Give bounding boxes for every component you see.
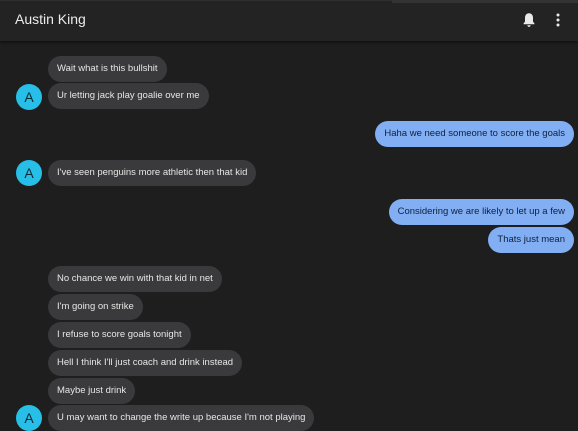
message-incoming[interactable]: Ur letting jack play goalie over me [48,83,209,109]
message-incoming[interactable]: Maybe just drink [48,378,136,404]
message-incoming[interactable]: I'm going on strike [48,294,143,320]
message-incoming[interactable]: Wait what is this bullshit [48,56,167,82]
app-header: Austin King [0,0,578,41]
message-incoming[interactable]: I've seen penguins more athletic then th… [48,160,257,186]
contact-avatar[interactable]: A [16,160,42,186]
contact-avatar[interactable]: A [16,84,42,110]
more-vert-icon[interactable] [551,12,565,28]
message-outgoing[interactable]: Haha we need someone to score the goals [375,121,574,147]
message-incoming[interactable]: No chance we win with that kid in net [48,266,222,292]
message-incoming[interactable]: Hell I think I'll just coach and drink i… [48,350,243,376]
bell-icon[interactable] [522,12,536,28]
header-divider [392,0,578,3]
message-incoming[interactable]: I refuse to score goals tonight [48,322,191,348]
message-incoming[interactable]: U may want to change the write up becaus… [48,405,315,431]
contact-avatar[interactable]: A [16,405,42,431]
message-outgoing[interactable]: Thats just mean [488,227,574,253]
contact-name: Austin King [15,11,86,27]
chat-screen: Austin King Wait what is this bullshit U… [0,0,578,431]
message-outgoing[interactable]: Considering we are likely to let up a fe… [388,199,574,225]
